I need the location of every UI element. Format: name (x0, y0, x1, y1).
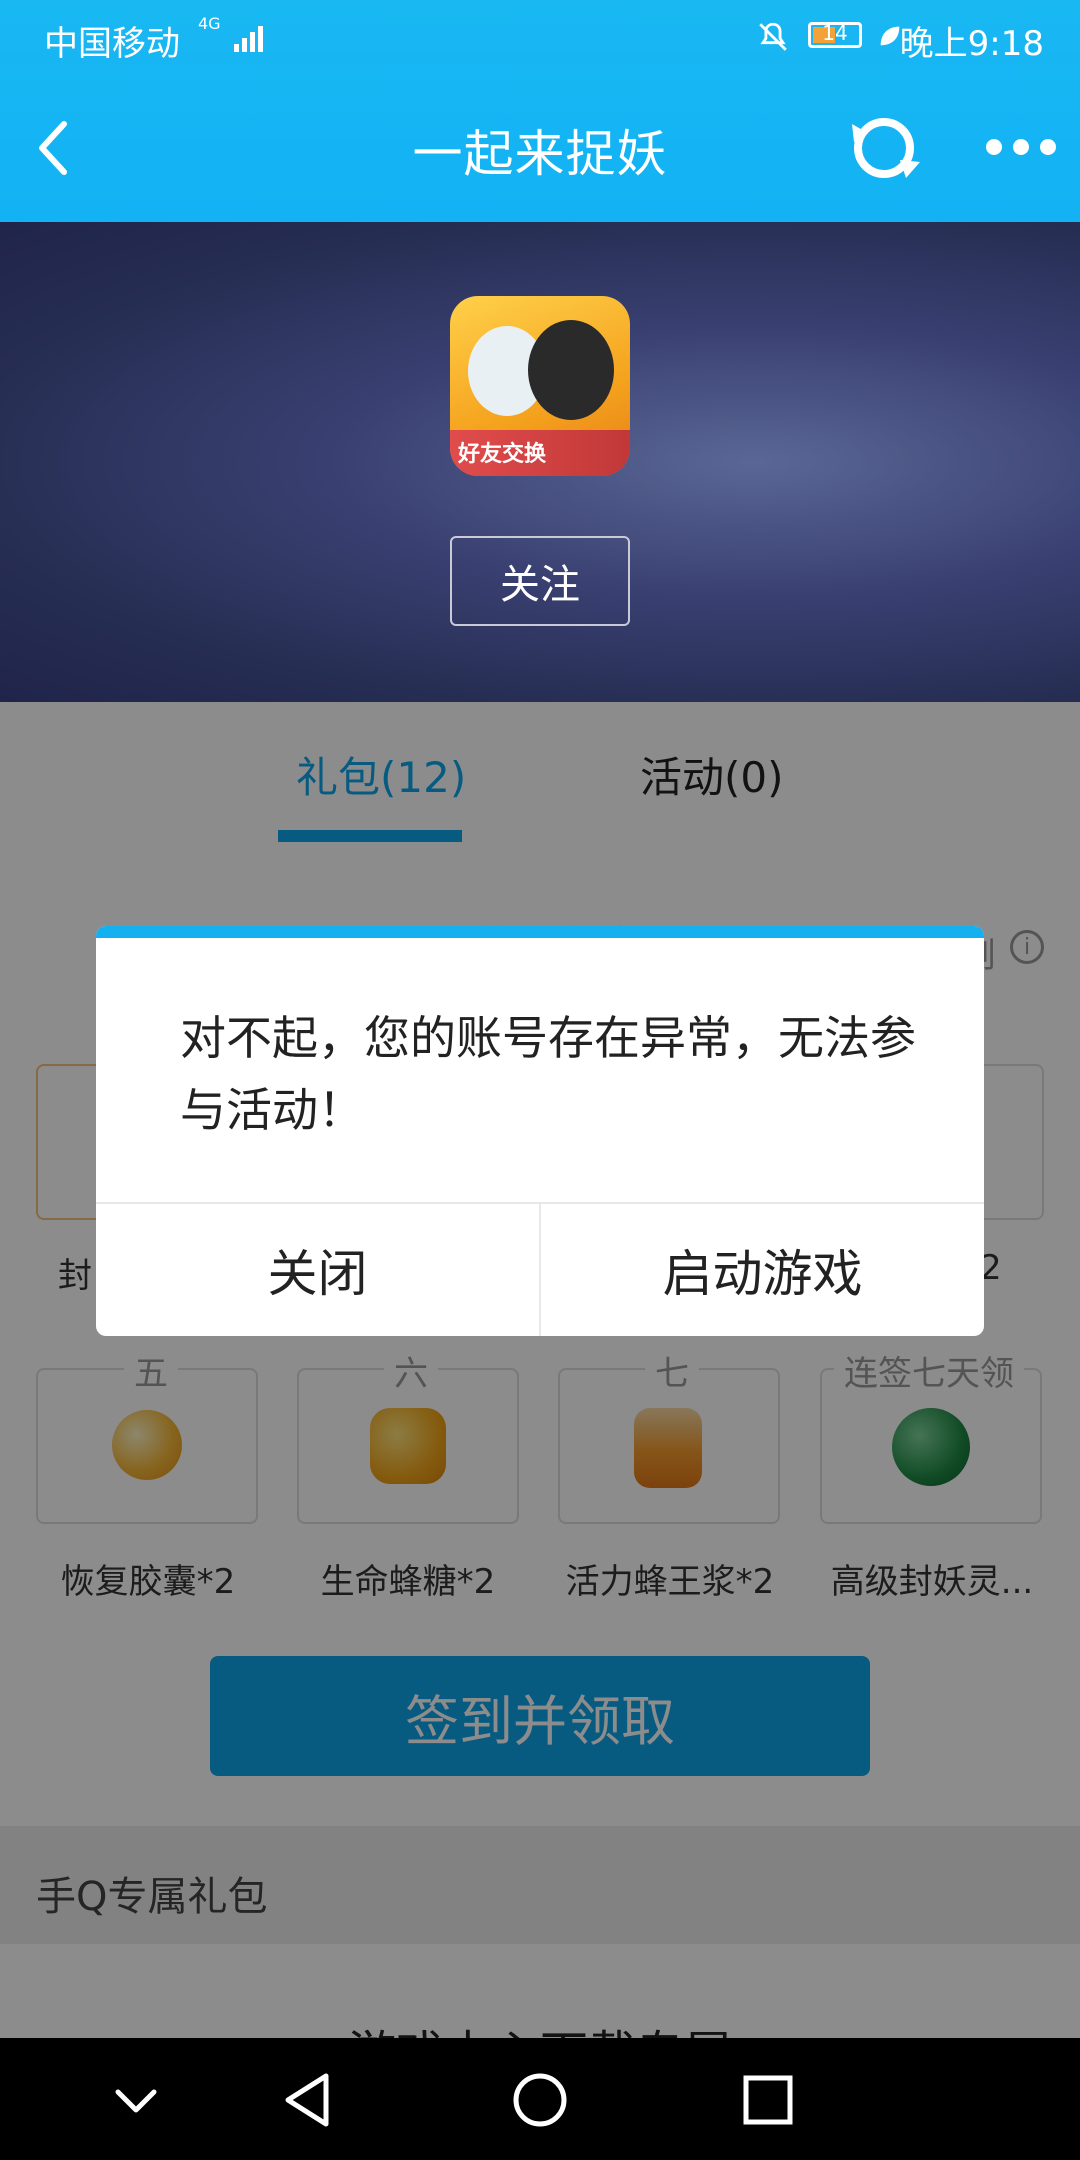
refresh-icon[interactable] (846, 110, 926, 186)
home-circle-icon[interactable] (500, 2060, 580, 2140)
chevron-down-icon[interactable] (96, 2060, 176, 2140)
dialog-accent-bar (96, 926, 984, 938)
carrier-label: 中国移动 (44, 24, 180, 64)
mute-bell-icon (759, 22, 787, 51)
signal-icon (234, 20, 268, 52)
clock: 晚上9:18 (899, 24, 1044, 64)
network-type: 4G (198, 14, 221, 33)
status-bar: 中国移动 4G 14 晚上9:18 (0, 0, 1080, 74)
game-icon-caption: 好友交换 (458, 442, 547, 467)
launch-game-button[interactable]: 启动游戏 (541, 1204, 984, 1336)
battery-level: 14 (822, 21, 848, 45)
dialog-message: 对不起，您的账号存在异常，无法参与活动！ (180, 1011, 916, 1137)
error-dialog: 对不起，您的账号存在异常，无法参与活动！ 关闭 启动游戏 (96, 926, 984, 1336)
system-nav-bar (0, 2038, 1080, 2160)
title-bar: 一起来捉妖 (0, 74, 1080, 222)
more-menu-icon[interactable] (986, 132, 1056, 162)
battery-icon: 14 (808, 21, 862, 48)
game-app-icon[interactable]: 好友交换 (450, 296, 630, 476)
close-button[interactable]: 关闭 (96, 1204, 539, 1336)
app-header: 中国移动 4G 14 晚上9:18 一起来捉妖 (0, 0, 1080, 222)
modal-overlay[interactable] (0, 702, 1080, 2038)
recents-square-icon[interactable] (728, 2060, 808, 2140)
follow-button[interactable]: 关注 (450, 536, 630, 626)
back-triangle-icon[interactable] (270, 2060, 350, 2140)
